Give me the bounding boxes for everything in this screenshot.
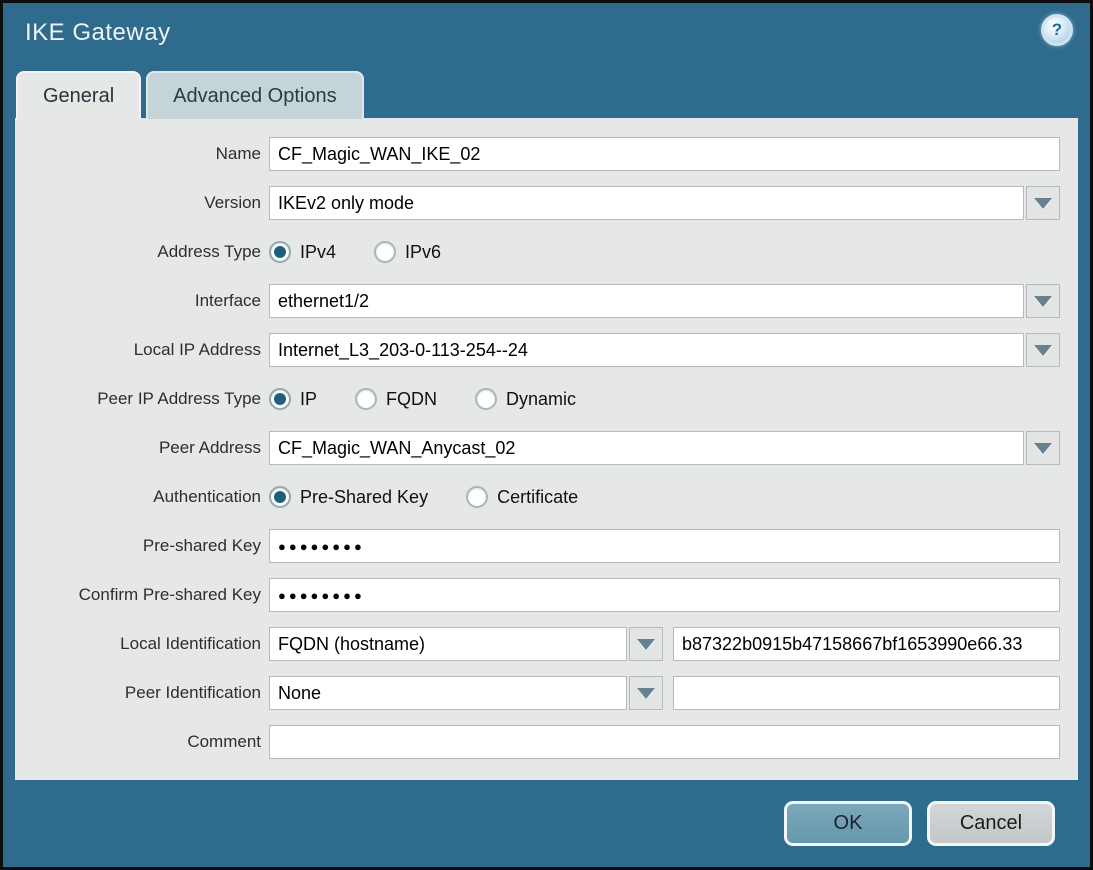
- local-ip-address-label: Local IP Address: [15, 340, 261, 360]
- row-address-type: Address Type IPv4 IPv6: [15, 235, 1060, 269]
- peer-address-dropdown[interactable]: CF_Magic_WAN_Anycast_02: [269, 431, 1060, 465]
- ok-button[interactable]: OK: [784, 801, 912, 846]
- interface-dropdown-button[interactable]: [1026, 284, 1060, 318]
- row-interface: Interface ethernet1/2: [15, 284, 1060, 318]
- row-peer-ip-address-type: Peer IP Address Type IP FQDN Dynamic: [15, 382, 1060, 416]
- row-comment: Comment: [15, 725, 1060, 759]
- local-identification-type-value[interactable]: FQDN (hostname): [269, 627, 627, 661]
- row-pre-shared-key: Pre-shared Key ●●●●●●●●: [15, 529, 1060, 563]
- peer-ip-address-type-radio-group: IP FQDN Dynamic: [269, 388, 1060, 410]
- chevron-down-icon: [1034, 443, 1052, 454]
- radio-ip-label: IP: [300, 389, 317, 410]
- row-local-ip-address: Local IP Address Internet_L3_203-0-113-2…: [15, 333, 1060, 367]
- radio-ipv4[interactable]: IPv4: [269, 241, 336, 263]
- radio-certificate-label: Certificate: [497, 487, 578, 508]
- row-version: Version IKEv2 only mode: [15, 186, 1060, 220]
- help-icon[interactable]: ?: [1041, 14, 1073, 46]
- radio-ipv4-label: IPv4: [300, 242, 336, 263]
- radio-certificate-control[interactable]: [466, 486, 488, 508]
- local-ip-address-value[interactable]: Internet_L3_203-0-113-254--24: [269, 333, 1024, 367]
- radio-pre-shared-key[interactable]: Pre-Shared Key: [269, 486, 428, 508]
- radio-ipv4-control[interactable]: [269, 241, 291, 263]
- chevron-down-icon: [1034, 296, 1052, 307]
- peer-ip-address-type-label: Peer IP Address Type: [15, 389, 261, 409]
- dialog-title: IKE Gateway: [25, 19, 171, 47]
- cancel-button[interactable]: Cancel: [927, 801, 1055, 846]
- radio-ip-control[interactable]: [269, 388, 291, 410]
- local-identification-value-input[interactable]: b87322b0915b47158667bf1653990e66.33: [673, 627, 1060, 661]
- tab-advanced-options[interactable]: Advanced Options: [146, 71, 363, 119]
- local-identification-label: Local Identification: [15, 634, 261, 654]
- chevron-down-icon: [637, 639, 655, 650]
- confirm-pre-shared-key-input[interactable]: ●●●●●●●●: [269, 578, 1060, 612]
- radio-ipv6-control[interactable]: [374, 241, 396, 263]
- pre-shared-key-label: Pre-shared Key: [15, 536, 261, 556]
- chevron-down-icon: [637, 688, 655, 699]
- peer-address-value[interactable]: CF_Magic_WAN_Anycast_02: [269, 431, 1024, 465]
- radio-dynamic-control[interactable]: [475, 388, 497, 410]
- radio-certificate[interactable]: Certificate: [466, 486, 578, 508]
- peer-address-label: Peer Address: [15, 438, 261, 458]
- radio-fqdn-label: FQDN: [386, 389, 437, 410]
- interface-label: Interface: [15, 291, 261, 311]
- row-name: Name CF_Magic_WAN_IKE_02: [15, 137, 1060, 171]
- radio-fqdn-control[interactable]: [355, 388, 377, 410]
- radio-fqdn[interactable]: FQDN: [355, 388, 437, 410]
- authentication-label: Authentication: [15, 487, 261, 507]
- authentication-radio-group: Pre-Shared Key Certificate: [269, 486, 1060, 508]
- address-type-label: Address Type: [15, 242, 261, 262]
- radio-ip[interactable]: IP: [269, 388, 317, 410]
- interface-dropdown[interactable]: ethernet1/2: [269, 284, 1060, 318]
- peer-identification-label: Peer Identification: [15, 683, 261, 703]
- radio-ipv6-label: IPv6: [405, 242, 441, 263]
- tab-general[interactable]: General: [16, 71, 141, 119]
- name-label: Name: [15, 144, 261, 164]
- chevron-down-icon: [1034, 345, 1052, 356]
- peer-identification-type-dropdown[interactable]: None: [269, 676, 663, 710]
- interface-value[interactable]: ethernet1/2: [269, 284, 1024, 318]
- radio-dynamic[interactable]: Dynamic: [475, 388, 576, 410]
- pre-shared-key-input[interactable]: ●●●●●●●●: [269, 529, 1060, 563]
- version-dropdown-button[interactable]: [1026, 186, 1060, 220]
- radio-ipv6[interactable]: IPv6: [374, 241, 441, 263]
- peer-identification-type-value[interactable]: None: [269, 676, 627, 710]
- local-ip-address-dropdown[interactable]: Internet_L3_203-0-113-254--24: [269, 333, 1060, 367]
- version-dropdown[interactable]: IKEv2 only mode: [269, 186, 1060, 220]
- row-local-identification: Local Identification FQDN (hostname) b87…: [15, 627, 1060, 661]
- peer-identification-controls: None: [269, 676, 1060, 710]
- footer-bar: OK Cancel: [3, 780, 1090, 867]
- local-identification-controls: FQDN (hostname) b87322b0915b47158667bf16…: [269, 627, 1060, 661]
- version-value[interactable]: IKEv2 only mode: [269, 186, 1024, 220]
- peer-identification-dropdown-button[interactable]: [629, 676, 663, 710]
- row-authentication: Authentication Pre-Shared Key Certificat…: [15, 480, 1060, 514]
- radio-dynamic-label: Dynamic: [506, 389, 576, 410]
- title-bar: IKE Gateway ?: [3, 3, 1090, 68]
- peer-address-dropdown-button[interactable]: [1026, 431, 1060, 465]
- row-confirm-pre-shared-key: Confirm Pre-shared Key ●●●●●●●●: [15, 578, 1060, 612]
- version-label: Version: [15, 193, 261, 213]
- radio-pre-shared-key-control[interactable]: [269, 486, 291, 508]
- local-ip-address-dropdown-button[interactable]: [1026, 333, 1060, 367]
- tab-bar: General Advanced Options: [16, 71, 364, 119]
- row-peer-address: Peer Address CF_Magic_WAN_Anycast_02: [15, 431, 1060, 465]
- ike-gateway-dialog: IKE Gateway ? General Advanced Options N…: [0, 0, 1093, 870]
- comment-input[interactable]: [269, 725, 1060, 759]
- name-input[interactable]: CF_Magic_WAN_IKE_02: [269, 137, 1060, 171]
- peer-identification-value-input[interactable]: [673, 676, 1060, 710]
- local-identification-type-dropdown[interactable]: FQDN (hostname): [269, 627, 663, 661]
- address-type-radio-group: IPv4 IPv6: [269, 241, 1060, 263]
- comment-label: Comment: [15, 732, 261, 752]
- radio-pre-shared-key-label: Pre-Shared Key: [300, 487, 428, 508]
- general-tab-panel: Name CF_Magic_WAN_IKE_02 Version IKEv2 o…: [15, 118, 1078, 780]
- row-peer-identification: Peer Identification None: [15, 676, 1060, 710]
- local-identification-dropdown-button[interactable]: [629, 627, 663, 661]
- confirm-pre-shared-key-label: Confirm Pre-shared Key: [15, 585, 261, 605]
- chevron-down-icon: [1034, 198, 1052, 209]
